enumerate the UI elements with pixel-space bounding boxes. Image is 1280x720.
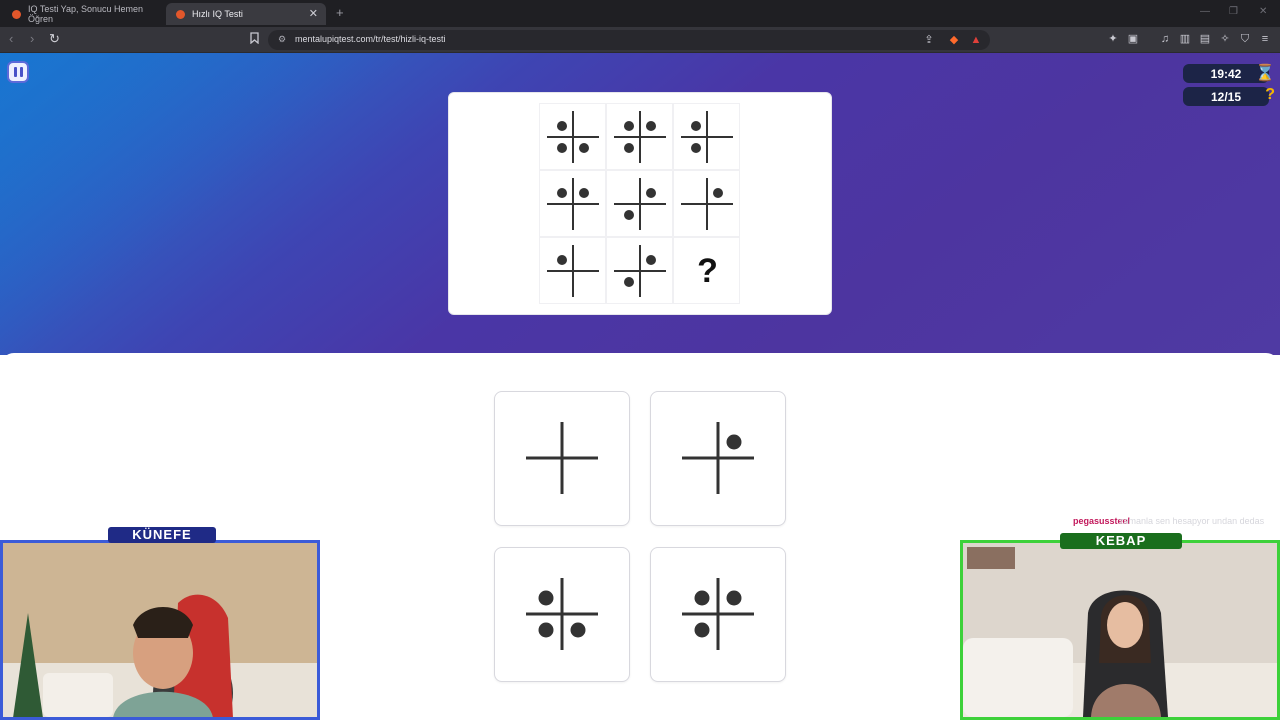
progress-badge: 12/15 ?	[1183, 86, 1275, 106]
tab-quick-iq-test[interactable]: Hızlı IQ Testi ✕	[166, 3, 326, 25]
forward-icon[interactable]: ›	[30, 31, 34, 46]
progress-value: 12/15	[1210, 90, 1242, 104]
answer-option-2[interactable]	[650, 391, 786, 526]
cross-figure	[614, 245, 666, 297]
close-window-icon[interactable]: ✕	[1259, 6, 1267, 17]
timer-badge: 19:42 ⌛	[1183, 64, 1275, 83]
hourglass-icon: ⌛	[1255, 65, 1275, 82]
new-tab-icon[interactable]: +	[336, 5, 344, 20]
dot-tr	[646, 188, 656, 198]
matrix-cell	[673, 170, 740, 237]
minimize-icon[interactable]: —	[1200, 6, 1210, 17]
site-favicon-icon	[12, 9, 21, 19]
dot-tr	[646, 121, 656, 131]
cross-figure	[681, 111, 733, 163]
browser-toolbar: ‹ › ↻ ⚙ mentalupiqtest.com/tr/test/hizli…	[0, 27, 1280, 53]
dot-tl	[557, 121, 567, 131]
dot-tr	[579, 188, 589, 198]
share-icon[interactable]: ⇪	[922, 33, 936, 47]
reload-icon[interactable]: ↻	[49, 31, 60, 47]
dot-tr	[713, 188, 723, 198]
matrix-cell	[606, 103, 673, 170]
matrix-cell	[673, 103, 740, 170]
webcam-left	[0, 540, 320, 720]
answer-option-4[interactable]	[650, 547, 786, 682]
cross-figure	[614, 111, 666, 163]
cross-figure	[682, 578, 754, 650]
site-favicon-icon	[176, 9, 185, 19]
dot-bl	[557, 143, 567, 153]
missing-cell-question-mark: ?	[697, 252, 718, 290]
chat-message: zamanla sen hesapyor undan dedas	[1119, 516, 1265, 526]
menu-icon[interactable]: ≡	[1258, 32, 1272, 46]
cross-figure	[681, 178, 733, 230]
answer-option-1[interactable]	[494, 391, 630, 526]
cross-figure	[614, 178, 666, 230]
address-bar[interactable]: ⚙ mentalupiqtest.com/tr/test/hizli-iq-te…	[268, 30, 990, 50]
site-settings-icon[interactable]: ⚙	[278, 34, 286, 45]
matrix-cell	[606, 237, 673, 304]
dot-tr	[726, 590, 742, 606]
dot-tr	[646, 255, 656, 265]
tab-iq-test-info[interactable]: IQ Testi Yap, Sonucu Hemen Öğren	[2, 3, 162, 25]
matrix-cell	[539, 170, 606, 237]
dot-tr	[726, 434, 742, 450]
dot-bl	[624, 277, 634, 287]
brave-shield-icon[interactable]: ◆	[947, 33, 961, 47]
maximize-icon[interactable]: ❐	[1229, 6, 1238, 17]
dot-tl	[538, 590, 554, 606]
music-icon[interactable]: ♫	[1158, 32, 1172, 46]
url-text: mentalupiqtest.com/tr/test/hizli-iq-test…	[295, 34, 446, 44]
back-icon[interactable]: ‹	[9, 31, 13, 46]
cross-figure	[526, 422, 598, 494]
tab-bar: IQ Testi Yap, Sonucu Hemen Öğren Hızlı I…	[0, 0, 1280, 27]
tab-manager-icon[interactable]: ▤	[1198, 32, 1212, 46]
screen: IQ Testi Yap, Sonucu Hemen Öğren Hızlı I…	[0, 0, 1280, 720]
dot-tl	[557, 255, 567, 265]
question-icon: ?	[1265, 86, 1275, 103]
cross-figure	[682, 422, 754, 494]
matrix-cell: ?	[673, 237, 740, 304]
dot-bl	[538, 622, 554, 638]
vpn-shield-icon[interactable]: ⛉	[1238, 32, 1252, 46]
cross-figure	[526, 578, 598, 650]
cross-figure	[547, 178, 599, 230]
tab-title: IQ Testi Yap, Sonucu Hemen Öğren	[28, 4, 144, 24]
leo-ai-icon[interactable]: ✧	[1218, 32, 1232, 46]
dot-bl	[624, 143, 634, 153]
streamer-right-label: KEBAP	[1060, 533, 1182, 549]
cross-figure	[547, 111, 599, 163]
matrix-cell	[539, 103, 606, 170]
dot-tl	[557, 188, 567, 198]
answer-option-3[interactable]	[494, 547, 630, 682]
dot-br	[570, 622, 586, 638]
tab-title: Hızlı IQ Testi	[192, 9, 243, 19]
cross-figure	[547, 245, 599, 297]
bookmark-icon[interactable]	[247, 32, 261, 46]
dot-br	[579, 143, 589, 153]
matrix-cell	[606, 170, 673, 237]
dot-bl	[691, 143, 701, 153]
close-tab-icon[interactable]: ✕	[309, 7, 318, 20]
brave-rewards-icon[interactable]: ▲	[969, 33, 983, 47]
streamer-left-label: KÜNEFE	[108, 527, 216, 543]
sidebar-icon[interactable]: ▥	[1178, 32, 1192, 46]
matrix-cell	[539, 237, 606, 304]
dot-tl	[694, 590, 710, 606]
dot-tl	[691, 121, 701, 131]
wallet-icon[interactable]: ▣	[1126, 32, 1140, 46]
extensions-icon[interactable]: ✦	[1106, 32, 1120, 46]
dot-bl	[694, 622, 710, 638]
dot-bl	[624, 210, 634, 220]
pause-button[interactable]	[7, 61, 29, 83]
webcam-right	[960, 540, 1280, 720]
dot-tl	[624, 121, 634, 131]
pattern-matrix: ?	[539, 103, 740, 304]
